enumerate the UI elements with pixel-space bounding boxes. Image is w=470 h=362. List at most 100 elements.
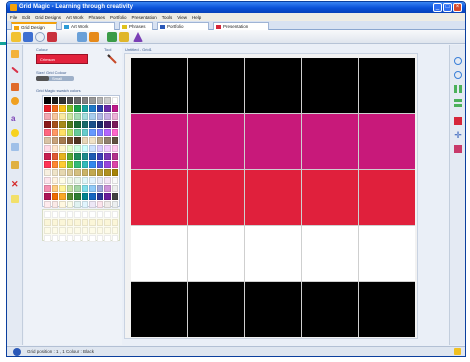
current-colour-swatch[interactable]: Crimson	[36, 54, 88, 64]
palette-swatch[interactable]	[89, 121, 96, 128]
palette-swatch[interactable]	[44, 193, 51, 200]
move-arrows-icon[interactable]: ✛	[454, 131, 462, 140]
palette-swatch[interactable]	[59, 129, 66, 136]
palette-swatch[interactable]	[66, 145, 73, 152]
palette-swatch[interactable]	[59, 227, 66, 234]
palette-swatch[interactable]	[74, 145, 81, 152]
flip-horizontal-icon[interactable]	[454, 99, 462, 107]
palette-swatch[interactable]	[96, 161, 103, 168]
grid-cell[interactable]	[245, 282, 301, 337]
palette-swatch[interactable]	[104, 129, 111, 136]
palette-swatch[interactable]	[66, 177, 73, 184]
palette-swatch[interactable]	[59, 137, 66, 144]
grid-quarters-icon[interactable]	[454, 117, 462, 125]
text-icon[interactable]: a	[11, 115, 19, 123]
palette-swatch[interactable]	[74, 105, 81, 112]
palette-swatch[interactable]	[81, 145, 88, 152]
palette-swatch[interactable]	[111, 137, 118, 144]
palette-swatch[interactable]	[104, 105, 111, 112]
palette-swatch[interactable]	[81, 153, 88, 160]
grid-cell[interactable]	[245, 114, 301, 169]
open-folder-icon[interactable]	[11, 32, 21, 42]
palette-swatch[interactable]	[51, 185, 58, 192]
palette-swatch[interactable]	[74, 161, 81, 168]
menu-item-presentation[interactable]: Presentation	[132, 15, 157, 20]
grid-cell[interactable]	[302, 282, 358, 337]
palette-swatch[interactable]	[59, 211, 66, 218]
palette-swatch[interactable]	[59, 235, 66, 242]
palette-swatch[interactable]	[104, 219, 111, 226]
palette-swatch[interactable]	[96, 219, 103, 226]
palette-swatch[interactable]	[96, 193, 103, 200]
palette-swatch[interactable]	[89, 105, 96, 112]
palette-swatch[interactable]	[81, 121, 88, 128]
tab-art-work[interactable]: Art Work	[61, 22, 115, 30]
palette-swatch[interactable]	[51, 153, 58, 160]
palette-swatch[interactable]	[66, 211, 73, 218]
palette-swatch[interactable]	[66, 201, 73, 208]
palette-swatch[interactable]	[51, 201, 58, 208]
palette-swatch[interactable]	[81, 169, 88, 176]
palette-swatch[interactable]	[96, 235, 103, 242]
grid-cell[interactable]	[302, 170, 358, 225]
palette-swatch[interactable]	[96, 169, 103, 176]
palette-swatch[interactable]	[111, 193, 118, 200]
palette-swatch[interactable]	[59, 113, 66, 120]
pencil-icon[interactable]	[11, 50, 19, 58]
delete-icon[interactable]: ✕	[11, 180, 19, 189]
flip-vertical-icon[interactable]	[454, 85, 462, 93]
palette-swatch[interactable]	[44, 219, 51, 226]
palette-swatch[interactable]	[96, 201, 103, 208]
grid-cell[interactable]	[188, 58, 244, 113]
palette-swatch[interactable]	[66, 153, 73, 160]
palette-swatch[interactable]	[66, 219, 73, 226]
palette-swatch[interactable]	[59, 161, 66, 168]
palette-swatch[interactable]	[89, 235, 96, 242]
palette-swatch[interactable]	[89, 137, 96, 144]
palette-swatch[interactable]	[59, 145, 66, 152]
close-button[interactable]: ×	[453, 3, 462, 12]
palette-swatch[interactable]	[89, 201, 96, 208]
mosaic-icon[interactable]	[454, 145, 462, 153]
palette-swatch[interactable]	[51, 177, 58, 184]
palette-swatch[interactable]	[66, 235, 73, 242]
palette-swatch[interactable]	[81, 211, 88, 218]
palette-swatch[interactable]	[111, 211, 118, 218]
save-icon[interactable]	[23, 32, 33, 42]
palette-swatch[interactable]	[74, 235, 81, 242]
palette-swatch[interactable]	[89, 177, 96, 184]
palette-swatch[interactable]	[66, 105, 73, 112]
palette-swatch[interactable]	[74, 97, 81, 104]
palette-swatch[interactable]	[81, 137, 88, 144]
palette-swatch[interactable]	[74, 137, 81, 144]
palette-swatch[interactable]	[81, 105, 88, 112]
palette-swatch[interactable]	[51, 105, 58, 112]
grid-cell[interactable]	[359, 58, 415, 113]
palette-swatch[interactable]	[81, 161, 88, 168]
palette-swatch[interactable]	[81, 185, 88, 192]
palette-swatch[interactable]	[74, 177, 81, 184]
palette-swatch[interactable]	[74, 153, 81, 160]
palette-swatch[interactable]	[66, 169, 73, 176]
palette-swatch[interactable]	[51, 169, 58, 176]
palette-swatch[interactable]	[81, 177, 88, 184]
palette-swatch[interactable]	[44, 169, 51, 176]
palette-swatch[interactable]	[104, 177, 111, 184]
palette-swatch[interactable]	[81, 219, 88, 226]
palette-swatch[interactable]	[74, 185, 81, 192]
palette-swatch[interactable]	[44, 121, 51, 128]
tab-grid-design[interactable]: Grid Design	[11, 22, 57, 30]
palette-swatch[interactable]	[44, 97, 51, 104]
palette-swatch[interactable]	[59, 105, 66, 112]
palette-swatch[interactable]	[51, 193, 58, 200]
tab-portfolio[interactable]: Portfolio	[157, 22, 209, 30]
palette-swatch[interactable]	[66, 113, 73, 120]
palette-swatch[interactable]	[44, 113, 51, 120]
palette-swatch[interactable]	[111, 201, 118, 208]
palette-swatch[interactable]	[104, 227, 111, 234]
cone-icon[interactable]	[133, 32, 143, 42]
menu-item-help[interactable]: Help	[192, 15, 201, 20]
palette-swatch[interactable]	[44, 185, 51, 192]
grid-cell[interactable]	[131, 114, 187, 169]
palette-swatch[interactable]	[51, 161, 58, 168]
